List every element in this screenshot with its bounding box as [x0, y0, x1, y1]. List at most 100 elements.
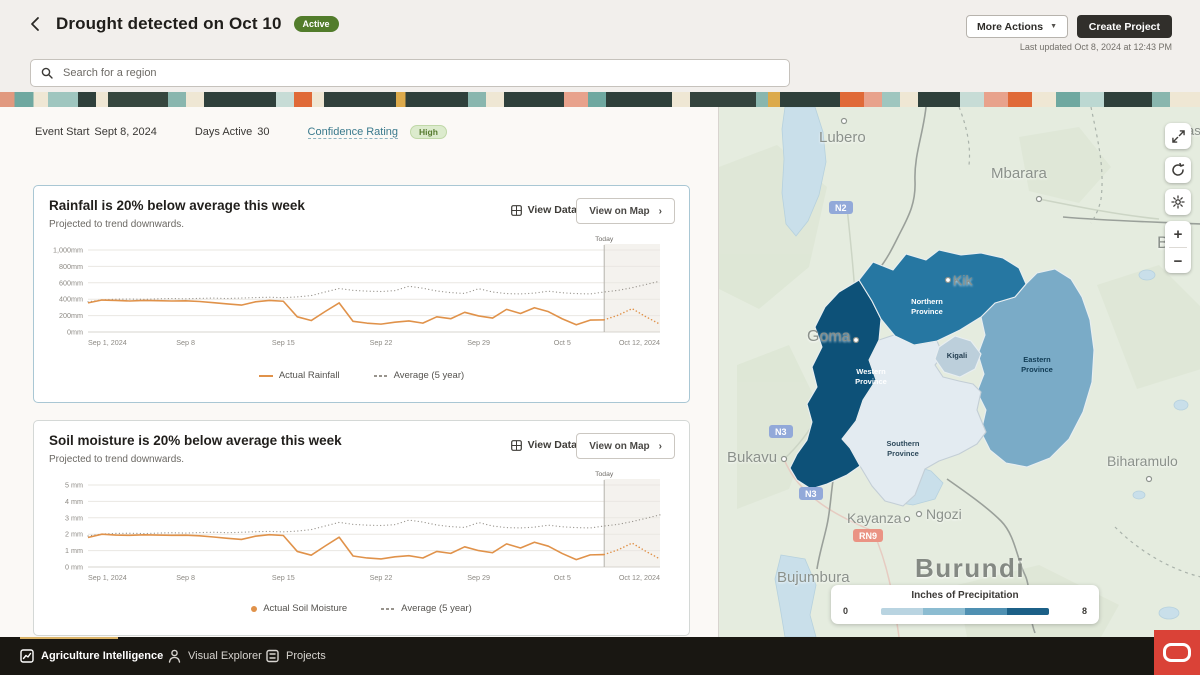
legend-item: Average (5 year) — [381, 603, 472, 614]
days-active-label: Days Active — [195, 126, 252, 138]
svg-text:Today: Today — [595, 236, 614, 243]
nav-visual-explorer[interactable]: Visual Explorer — [168, 637, 262, 675]
status-badge: Active — [294, 16, 339, 32]
svg-text:Sep 22: Sep 22 — [370, 338, 393, 347]
oracle-logo-icon — [1163, 643, 1191, 662]
rainfall-card-title: Rainfall is 20% below average this week — [49, 198, 305, 213]
legend-label: Actual Rainfall — [279, 370, 340, 381]
chevron-left-icon — [30, 16, 40, 32]
legend-item: Actual Soil Moisture — [251, 603, 347, 614]
svg-text:Oct 12, 2024: Oct 12, 2024 — [619, 573, 660, 582]
svg-text:1 mm: 1 mm — [65, 546, 83, 555]
svg-text:2 mm: 2 mm — [65, 530, 83, 539]
view-on-map-label: View on Map — [589, 206, 649, 217]
confidence-badge: High — [410, 125, 447, 139]
svg-text:800mm: 800mm — [59, 262, 83, 271]
event-start-value: Sept 8, 2024 — [94, 126, 156, 138]
legend-swatch-actual — [251, 606, 257, 612]
rainfall-chart-legend: Actual Rainfall Average (5 year) — [34, 370, 689, 381]
chevron-right-icon: › — [659, 206, 662, 217]
svg-text:Oct 12, 2024: Oct 12, 2024 — [619, 338, 660, 347]
svg-text:Sep 22: Sep 22 — [370, 573, 393, 582]
svg-text:400mm: 400mm — [59, 295, 83, 304]
create-project-label: Create Project — [1089, 21, 1160, 33]
svg-text:0 mm: 0 mm — [65, 563, 83, 572]
svg-text:Sep 15: Sep 15 — [272, 338, 295, 347]
view-on-map-button[interactable]: View on Map › — [576, 433, 675, 459]
view-data-label: View Data — [528, 439, 577, 451]
back-button[interactable] — [26, 13, 44, 35]
event-start-label: Event Start — [35, 126, 89, 138]
rainfall-chart: 1,000mm800mm600mm400mm200mm0mmSep 1, 202… — [48, 236, 675, 362]
svg-text:Sep 29: Sep 29 — [467, 338, 490, 347]
svg-text:4 mm: 4 mm — [65, 497, 83, 506]
view-data-button[interactable]: View Data — [511, 204, 577, 216]
nav-agriculture-intelligence[interactable]: Agriculture Intelligence — [20, 637, 163, 675]
app-window: Drought detected on Oct 10 Active More A… — [0, 0, 1200, 675]
confidence-rating-link[interactable]: Confidence Rating — [308, 126, 399, 139]
person-icon — [168, 649, 181, 663]
table-icon — [511, 205, 522, 216]
last-updated-text: Last updated Oct 8, 2024 at 12:43 PM — [1020, 42, 1172, 52]
more-actions-button[interactable]: More Actions ▼ — [966, 15, 1068, 38]
view-data-label: View Data — [528, 204, 577, 216]
search-icon — [41, 67, 53, 79]
table-icon — [511, 440, 522, 451]
map-canvas[interactable]: LuberoMbararaasBuKikGomaBukavuKayanzaNgo… — [718, 107, 1200, 637]
svg-text:1,000mm: 1,000mm — [53, 246, 83, 255]
soil-card-subtitle: Projected to trend downwards. — [49, 454, 184, 465]
decorative-illustration-strip — [0, 92, 1200, 107]
create-project-button[interactable]: Create Project — [1077, 15, 1172, 38]
legend-item: Average (5 year) — [374, 370, 465, 381]
nav-label: Visual Explorer — [188, 650, 262, 662]
projects-icon — [266, 649, 279, 663]
legend-swatch-average — [374, 375, 388, 377]
svg-text:Oct 5: Oct 5 — [554, 573, 571, 582]
days-active-value: 30 — [257, 126, 269, 138]
more-actions-label: More Actions — [977, 21, 1043, 33]
layers-icon — [1171, 195, 1185, 209]
svg-text:Today: Today — [595, 471, 614, 478]
page-title: Drought detected on Oct 10 — [56, 14, 282, 34]
view-data-button[interactable]: View Data — [511, 439, 577, 451]
precipitation-legend: Inches of Precipitation 0 8 — [831, 585, 1099, 624]
expand-icon — [1172, 130, 1185, 143]
nav-projects[interactable]: Projects — [266, 637, 326, 675]
confidence-rating: Confidence Rating High — [308, 125, 447, 139]
legend-max: 8 — [1082, 606, 1087, 616]
view-on-map-button[interactable]: View on Map › — [576, 198, 675, 224]
layers-button[interactable] — [1165, 189, 1191, 215]
svg-text:Sep 29: Sep 29 — [467, 573, 490, 582]
rotate-icon — [1171, 163, 1185, 177]
expand-map-button[interactable] — [1165, 123, 1191, 149]
legend-title: Inches of Precipitation — [843, 590, 1087, 601]
soil-moisture-chart: 5 mm4 mm3 mm2 mm1 mm0 mmSep 1, 2024Sep 8… — [48, 471, 675, 597]
svg-text:Oct 5: Oct 5 — [554, 338, 571, 347]
soil-moisture-card: Soil moisture is 20% below average this … — [33, 420, 690, 636]
chevron-down-icon: ▼ — [1050, 23, 1057, 30]
zoom-out-button[interactable]: − — [1165, 248, 1191, 274]
legend-gradient-bar — [881, 608, 1049, 615]
legend-item: Actual Rainfall — [259, 370, 340, 381]
reset-orientation-button[interactable] — [1165, 157, 1191, 183]
rainfall-card: Rainfall is 20% below average this week … — [33, 185, 690, 403]
chart-icon — [20, 649, 34, 663]
svg-text:Sep 1, 2024: Sep 1, 2024 — [88, 573, 127, 582]
event-meta-row: Event Start Sept 8, 2024 Days Active 30 … — [35, 125, 447, 139]
legend-swatch-actual — [259, 375, 273, 377]
rainfall-card-subtitle: Projected to trend downwards. — [49, 219, 184, 230]
svg-text:200mm: 200mm — [59, 311, 83, 320]
legend-min: 0 — [843, 606, 848, 616]
svg-text:0mm: 0mm — [67, 328, 83, 337]
legend-label: Average (5 year) — [394, 370, 465, 381]
nav-label: Agriculture Intelligence — [41, 650, 163, 662]
svg-text:Sep 8: Sep 8 — [176, 573, 195, 582]
event-detail-panel: Event Start Sept 8, 2024 Days Active 30 … — [0, 107, 718, 637]
bottom-nav: Agriculture Intelligence Visual Explorer… — [0, 637, 1200, 675]
soil-card-title: Soil moisture is 20% below average this … — [49, 433, 342, 448]
svg-text:Sep 8: Sep 8 — [176, 338, 195, 347]
oracle-chat-button[interactable] — [1154, 630, 1200, 675]
zoom-in-button[interactable]: + — [1165, 221, 1191, 247]
search-input[interactable] — [61, 66, 779, 80]
days-active: Days Active 30 — [195, 126, 270, 138]
